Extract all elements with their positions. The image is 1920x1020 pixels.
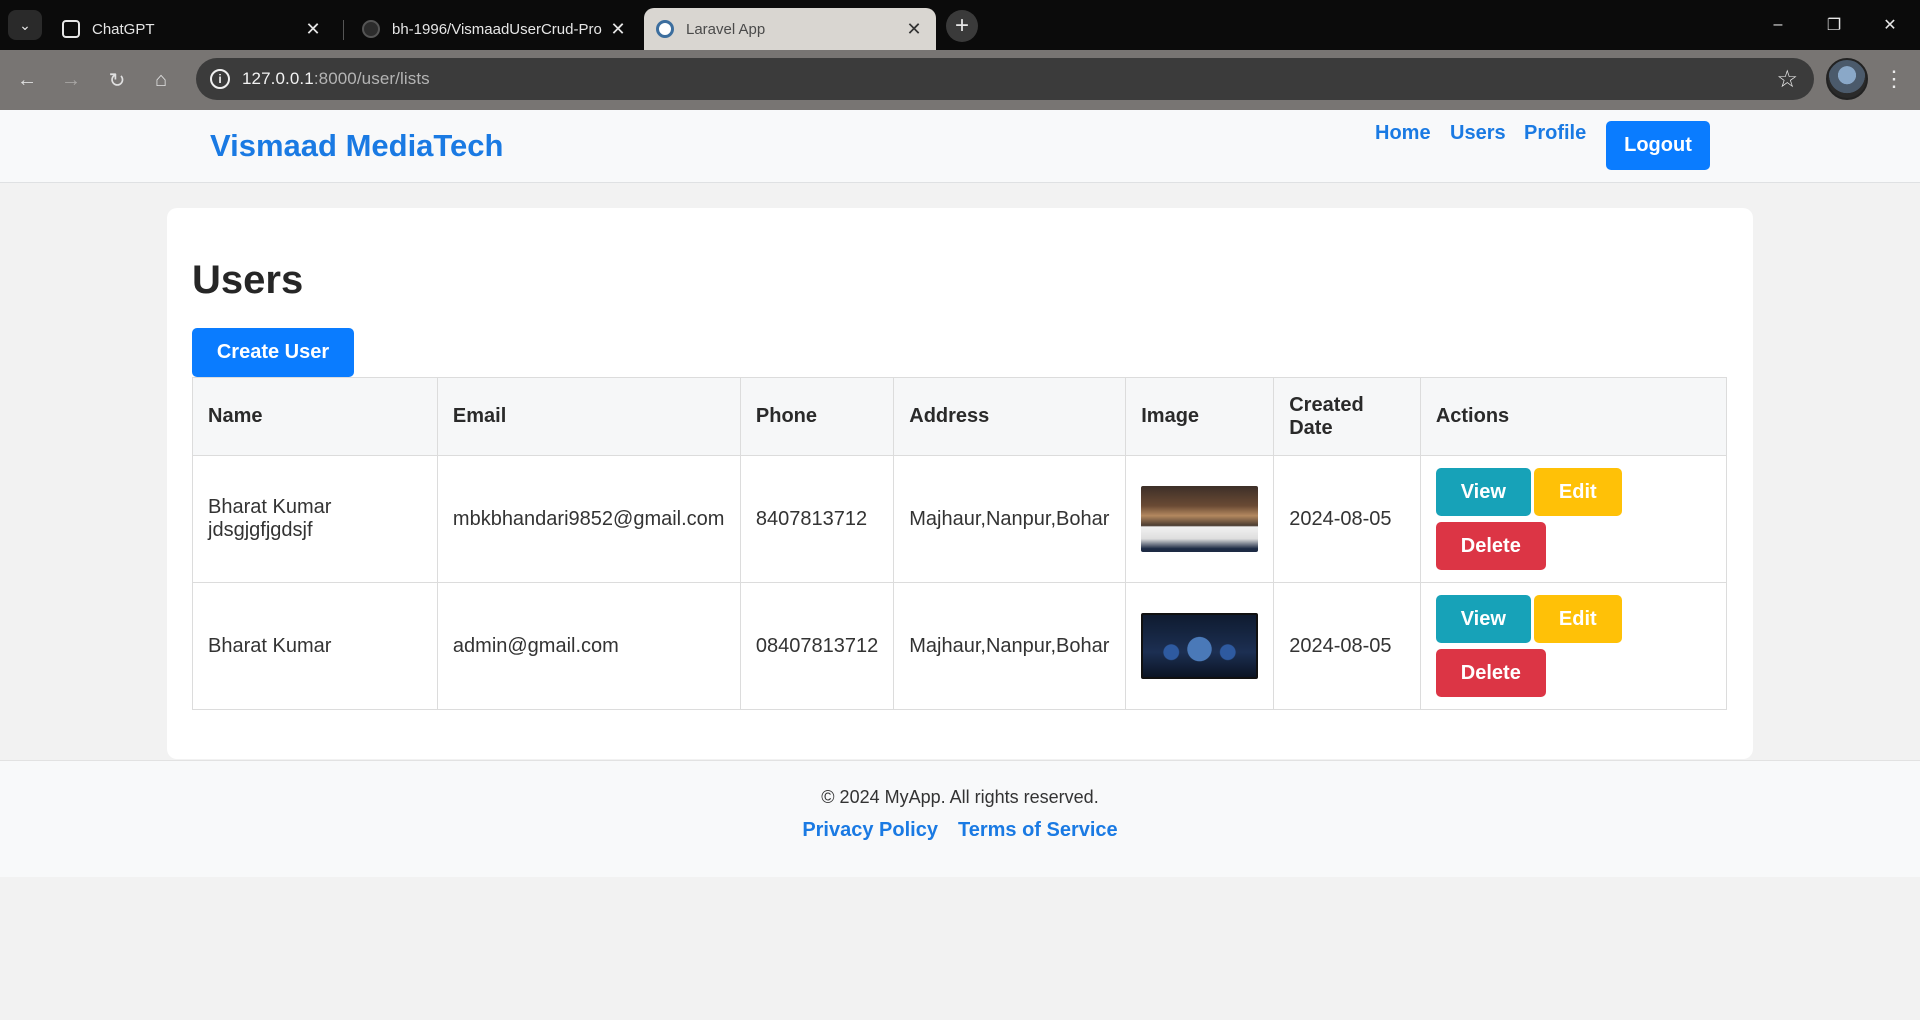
terms-of-service-link[interactable]: Terms of Service bbox=[958, 819, 1118, 842]
minimize-button[interactable]: – bbox=[1758, 10, 1798, 40]
url-host: 127.0.0.1 bbox=[242, 69, 314, 88]
close-icon: ✕ bbox=[1883, 17, 1897, 34]
reload-button[interactable]: ↻ bbox=[102, 65, 132, 95]
edit-button[interactable]: Edit bbox=[1533, 595, 1622, 643]
browser-toolbar: ← → ↻ ⌂ i 127.0.0.1:8000/user/lists ☆ ⋮ bbox=[0, 50, 1920, 110]
tab-title: bh-1996/VismaadUserCrud-Pro bbox=[392, 20, 602, 38]
column-header-phone: Phone bbox=[739, 377, 895, 456]
close-icon[interactable]: ✕ bbox=[904, 19, 924, 40]
users-table: Name Email Phone Address Image Created D… bbox=[192, 377, 1728, 710]
cell-image bbox=[1125, 455, 1275, 583]
restore-icon: ❐ bbox=[1826, 17, 1842, 34]
cell-actions: View Edit Delete bbox=[1419, 455, 1728, 583]
cell-phone: 08407813712 bbox=[739, 582, 895, 710]
close-icon[interactable]: ✕ bbox=[608, 19, 628, 40]
column-header-created-date: Created Date bbox=[1273, 377, 1421, 456]
tab-separator bbox=[343, 20, 344, 40]
tab-github[interactable]: bh-1996/VismaadUserCrud-Pro ✕ bbox=[350, 8, 640, 50]
github-icon bbox=[362, 20, 380, 38]
create-user-button[interactable]: Create User bbox=[192, 328, 354, 377]
view-button[interactable]: View bbox=[1435, 595, 1531, 643]
column-header-actions: Actions bbox=[1419, 377, 1728, 456]
avatar[interactable] bbox=[1826, 58, 1868, 100]
nav-link-home[interactable]: Home bbox=[1375, 122, 1431, 145]
star-icon[interactable]: ☆ bbox=[1776, 65, 1798, 94]
footer-links: Privacy Policy Terms of Service bbox=[0, 819, 1920, 842]
back-button[interactable]: ← bbox=[12, 65, 42, 95]
site-footer: © 2024 MyApp. All rights reserved. Priva… bbox=[0, 760, 1920, 877]
copyright-text: © 2024 MyApp. All rights reserved. bbox=[821, 787, 1099, 807]
chatgpt-icon bbox=[62, 20, 80, 38]
user-image-thumbnail bbox=[1141, 613, 1259, 679]
url-path: :8000/user/lists bbox=[313, 69, 430, 88]
edit-button[interactable]: Edit bbox=[1533, 468, 1622, 516]
cell-image bbox=[1125, 582, 1275, 710]
nav-link-profile[interactable]: Profile bbox=[1524, 122, 1586, 145]
cell-email: mbkbhandari9852@gmail.com bbox=[436, 455, 741, 583]
cell-address: Majhaur,Nanpur,Bohar bbox=[893, 455, 1127, 583]
chevron-down-icon: ⌄ bbox=[19, 16, 31, 33]
column-header-email: Email bbox=[436, 377, 741, 456]
address-bar[interactable]: i 127.0.0.1:8000/user/lists ☆ bbox=[196, 58, 1814, 100]
cell-email: admin@gmail.com bbox=[436, 582, 741, 710]
arrow-left-icon: ← bbox=[17, 68, 37, 91]
tab-title: ChatGPT bbox=[92, 20, 155, 38]
delete-button[interactable]: Delete bbox=[1435, 649, 1546, 697]
view-button[interactable]: View bbox=[1435, 468, 1531, 516]
brand-logo-text[interactable]: Vismaad MediaTech bbox=[210, 128, 503, 164]
users-card: Users Create User Name Email Phone Addre… bbox=[167, 208, 1753, 759]
cell-address: Majhaur,Nanpur,Bohar bbox=[893, 582, 1127, 710]
nav-link-users[interactable]: Users bbox=[1450, 122, 1506, 145]
close-icon[interactable]: ✕ bbox=[303, 19, 323, 40]
column-header-address: Address bbox=[893, 377, 1127, 456]
page-content: Vismaad MediaTech Home Users Profile Log… bbox=[0, 110, 1920, 1020]
column-header-name: Name bbox=[192, 377, 438, 456]
cell-name: Bharat Kumar jdsgjgfjgdsjf bbox=[192, 455, 438, 583]
tab-title: Laravel App bbox=[686, 20, 766, 38]
reload-icon: ↻ bbox=[108, 69, 126, 92]
cell-created-date: 2024-08-05 bbox=[1273, 582, 1421, 710]
table-header-row: Name Email Phone Address Image Created D… bbox=[192, 377, 1728, 456]
cell-name: Bharat Kumar bbox=[192, 582, 438, 710]
tab-laravel-app[interactable]: Laravel App ✕ bbox=[644, 8, 936, 50]
delete-button[interactable]: Delete bbox=[1435, 522, 1546, 570]
home-button[interactable]: ⌂ bbox=[146, 65, 176, 95]
table-row: Bharat Kumar jdsgjgfjgdsjf mbkbhandari98… bbox=[192, 455, 1728, 583]
laravel-icon bbox=[656, 20, 674, 38]
close-window-button[interactable]: ✕ bbox=[1870, 10, 1910, 40]
cell-phone: 8407813712 bbox=[739, 455, 895, 583]
site-header: Vismaad MediaTech Home Users Profile Log… bbox=[0, 110, 1920, 183]
home-icon: ⌂ bbox=[154, 68, 168, 91]
page-title: Users bbox=[192, 258, 304, 302]
column-header-image: Image bbox=[1125, 377, 1275, 456]
arrow-right-icon: → bbox=[61, 68, 81, 91]
plus-icon: + bbox=[954, 12, 969, 39]
browser-tab-bar: ⌄ ChatGPT ✕ bh-1996/VismaadUserCrud-Pro … bbox=[0, 0, 1920, 50]
user-image-thumbnail bbox=[1141, 486, 1259, 552]
minimize-icon: – bbox=[1773, 16, 1783, 33]
forward-button[interactable]: → bbox=[56, 65, 86, 95]
cell-created-date: 2024-08-05 bbox=[1273, 455, 1421, 583]
restore-button[interactable]: ❐ bbox=[1814, 10, 1854, 40]
tab-chatgpt[interactable]: ChatGPT ✕ bbox=[50, 8, 335, 50]
table-row: Bharat Kumar admin@gmail.com 08407813712… bbox=[192, 582, 1728, 710]
kebab-menu-icon[interactable]: ⋮ bbox=[1882, 64, 1906, 94]
info-icon[interactable]: i bbox=[210, 69, 230, 89]
privacy-policy-link[interactable]: Privacy Policy bbox=[802, 819, 938, 842]
cell-actions: View Edit Delete bbox=[1419, 582, 1728, 710]
new-tab-button[interactable]: + bbox=[946, 10, 978, 42]
tab-search-button[interactable]: ⌄ bbox=[8, 10, 42, 40]
logout-button[interactable]: Logout bbox=[1606, 121, 1710, 170]
url-text[interactable]: 127.0.0.1:8000/user/lists bbox=[242, 69, 430, 89]
